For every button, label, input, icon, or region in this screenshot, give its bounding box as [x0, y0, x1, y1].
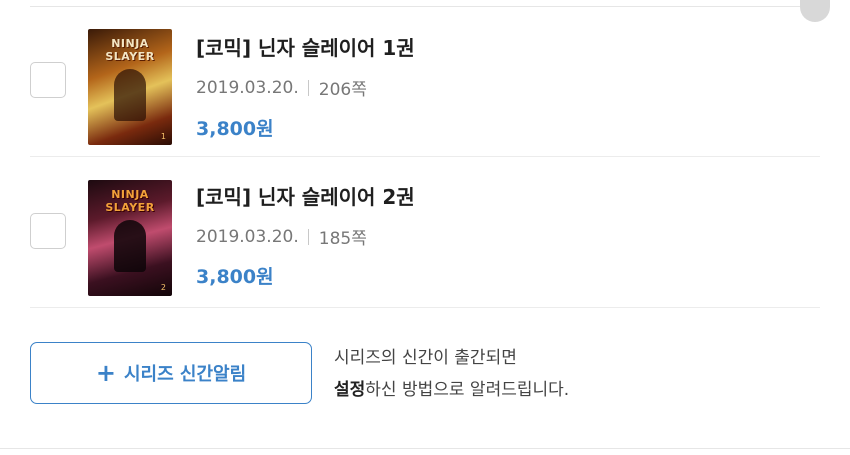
row-divider [30, 307, 820, 308]
cover-figure [114, 220, 146, 272]
plus-icon: + [95, 359, 116, 387]
page-count: 185쪽 [318, 229, 367, 249]
notice-bold-text: 설정 [334, 380, 366, 400]
meta-divider [307, 79, 309, 96]
cover-number: 2 [160, 283, 166, 292]
cover-title: NINJA SLAYER [105, 37, 155, 63]
list-item[interactable]: NINJA SLAYER 2 [코믹] 닌자 슬레이어 2권 2019.03.2… [30, 155, 820, 305]
series-alert-notice: 시리즈의 신간이 출간되면 설정하신 방법으로 알려드립니다. [334, 342, 569, 406]
book-title[interactable]: [코믹] 닌자 슬레이어 2권 [196, 181, 415, 210]
book-title[interactable]: [코믹] 닌자 슬레이어 1권 [196, 32, 415, 61]
book-price: 3,800원 [196, 118, 274, 140]
meta-divider [307, 228, 309, 245]
book-cover[interactable]: NINJA SLAYER 2 [88, 180, 172, 296]
book-price: 3,800원 [196, 266, 274, 288]
notice-line-1: 시리즈의 신간이 출간되면 [334, 348, 517, 368]
list-item[interactable]: NINJA SLAYER 1 [코믹] 닌자 슬레이어 1권 2019.03.2… [30, 4, 820, 154]
publish-date: 2019.03.20. [196, 77, 299, 98]
series-alert-label: 시리즈 신간알림 [123, 364, 247, 385]
book-cover[interactable]: NINJA SLAYER 1 [88, 29, 172, 145]
notice-rest-text: 하신 방법으로 알려드립니다. [365, 380, 570, 400]
bottom-divider [0, 448, 850, 449]
book-meta: 2019.03.20. 206쪽 [196, 75, 367, 101]
page-count: 206쪽 [318, 80, 367, 100]
publish-date: 2019.03.20. [196, 226, 299, 247]
cover-number: 1 [160, 132, 166, 141]
book-checkbox[interactable] [30, 62, 66, 98]
series-alert-button[interactable]: + 시리즈 신간알림 [30, 342, 312, 404]
cover-figure [114, 69, 146, 121]
notice-line-2: 설정하신 방법으로 알려드립니다. [334, 374, 569, 406]
book-meta: 2019.03.20. 185쪽 [196, 224, 367, 250]
book-checkbox[interactable] [30, 213, 66, 249]
cover-title: NINJA SLAYER [105, 188, 155, 214]
